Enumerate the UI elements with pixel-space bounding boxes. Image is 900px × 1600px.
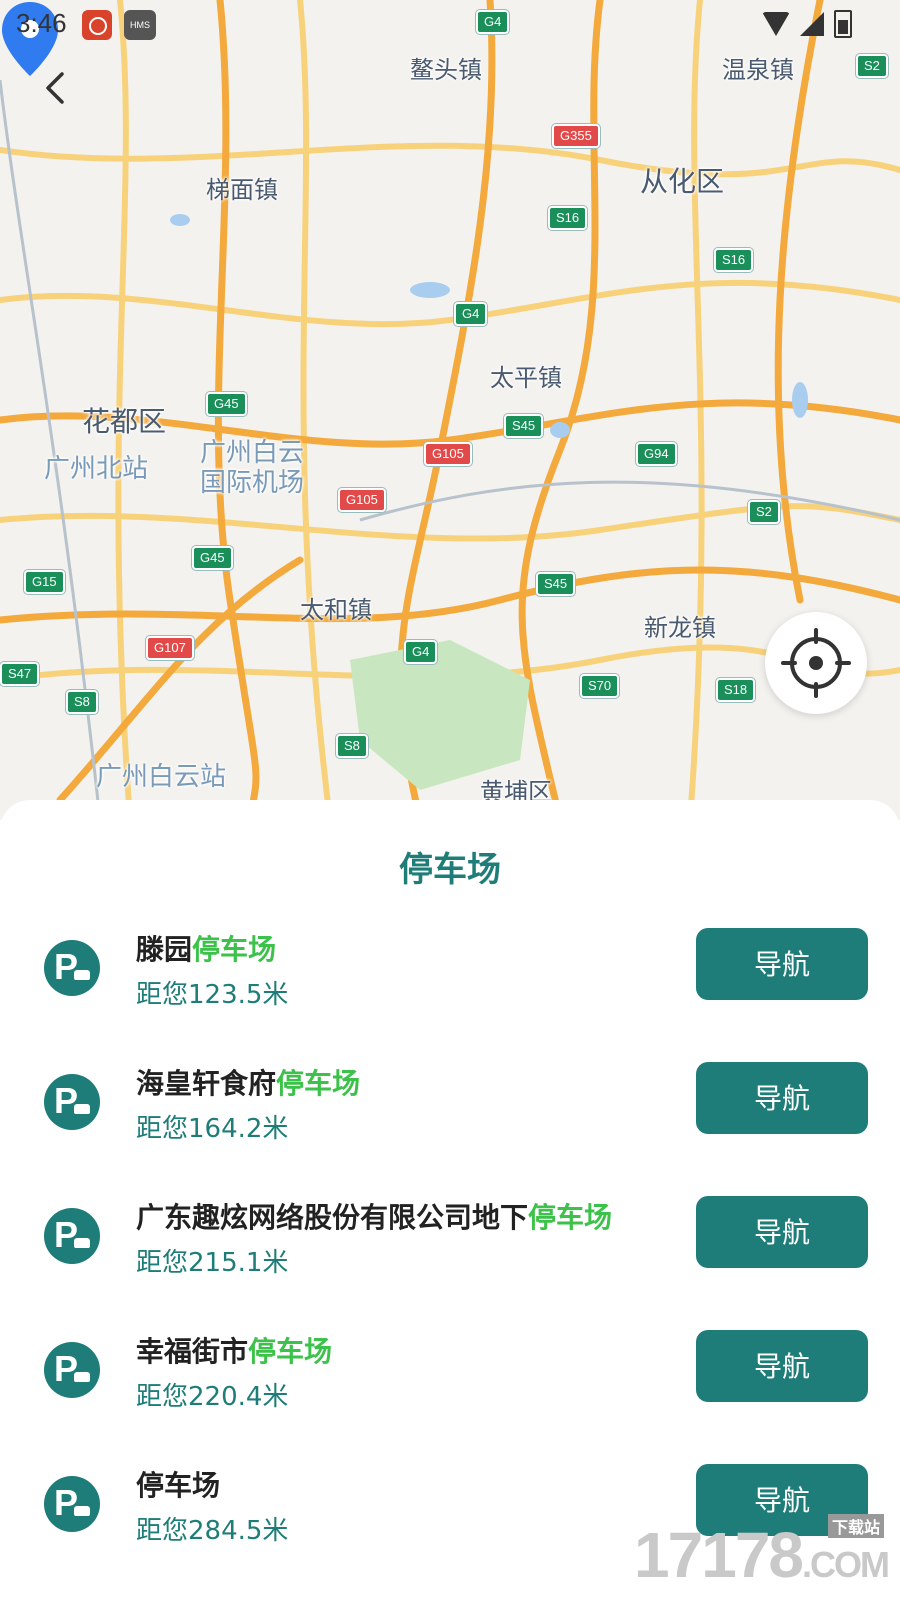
wifi-icon	[762, 12, 790, 36]
road-shield: G15	[24, 570, 65, 594]
parking-icon: P	[44, 1476, 100, 1532]
parking-distance: 距您123.5米	[136, 980, 289, 1010]
list-item: P 海皇轩食府停车场 距您164.2米 导航	[0, 1044, 900, 1164]
map-label: 国际机场	[200, 468, 305, 498]
parking-list-sheet: 停车场 P 滕园停车场 距您123.5米 导航 P 海皇轩食府停车场 距您164…	[0, 800, 900, 1600]
map-label: 太和镇	[300, 596, 372, 624]
locate-me-button[interactable]	[765, 612, 867, 714]
map-label: 从化区	[640, 165, 725, 198]
map-label: 新龙镇	[644, 614, 716, 642]
parking-name: 广东趣炫网络股份有限公司地下停车场	[136, 1201, 613, 1234]
navigate-button[interactable]: 导航	[696, 1062, 868, 1134]
parking-distance: 距您284.5米	[136, 1516, 289, 1546]
parking-icon: P	[44, 940, 100, 996]
parking-name: 幸福街市停车场	[136, 1335, 333, 1368]
road-shield: G355	[552, 124, 600, 148]
parking-name: 停车场	[136, 1469, 221, 1502]
status-time: 3:46	[16, 8, 67, 38]
road-shield: G107	[146, 636, 194, 660]
road-shield: G4	[454, 302, 488, 326]
parking-distance: 距您215.1米	[136, 1248, 289, 1278]
road-shield: G105	[338, 488, 386, 512]
sheet-title: 停车场	[399, 850, 501, 890]
road-shield: S45	[504, 414, 544, 438]
road-shield: S47	[0, 662, 40, 686]
back-arrow-icon[interactable]	[36, 68, 76, 108]
map-label: 广州北站	[44, 454, 149, 484]
parking-name: 滕园停车场	[136, 933, 277, 966]
navigate-button[interactable]: 导航	[696, 928, 868, 1000]
parking-name: 海皇轩食府停车场	[136, 1067, 361, 1100]
road-shield: S45	[536, 572, 576, 596]
road-shield: G94	[636, 442, 677, 466]
navigate-button[interactable]: 导航	[696, 1196, 868, 1268]
weibo-notification-icon	[82, 10, 112, 40]
list-item: P 幸福街市停车场 距您220.4米 导航	[0, 1312, 900, 1432]
road-shield: G105	[424, 442, 472, 466]
map-label: 梯面镇	[206, 176, 278, 204]
road-shield: S16	[714, 248, 754, 272]
battery-icon	[834, 10, 852, 38]
map-label: 鳌头镇	[410, 56, 482, 84]
map-label: 广州白云站	[96, 762, 227, 792]
signal-icon	[800, 12, 824, 36]
watermark: 17178.COM 下载站	[634, 1514, 890, 1592]
list-item: P 广东趣炫网络股份有限公司地下停车场 距您215.1米 导航	[0, 1178, 900, 1298]
status-bar: 3:46 HMS	[0, 0, 900, 48]
crosshair-icon	[781, 628, 851, 698]
road-shield: G4	[404, 640, 438, 664]
map-label: 花都区	[82, 405, 167, 438]
road-shield: S2	[748, 500, 780, 524]
road-shield: S2	[856, 54, 888, 78]
parking-distance: 距您164.2米	[136, 1114, 289, 1144]
parking-icon: P	[44, 1074, 100, 1130]
road-shield: S8	[66, 690, 98, 714]
road-shield: G45	[192, 546, 233, 570]
parking-distance: 距您220.4米	[136, 1382, 289, 1412]
road-shield: S16	[548, 206, 588, 230]
parking-icon: P	[44, 1342, 100, 1398]
road-shield: G45	[206, 392, 247, 416]
road-shield: S70	[580, 674, 620, 698]
parking-icon: P	[44, 1208, 100, 1264]
list-item: P 滕园停车场 距您123.5米 导航	[0, 910, 900, 1030]
map-label: 太平镇	[490, 364, 562, 392]
map-label: 温泉镇	[722, 56, 794, 84]
hms-notification-icon: HMS	[124, 10, 156, 40]
road-shield: S18	[716, 678, 756, 702]
road-shield: S8	[336, 734, 368, 758]
navigate-button[interactable]: 导航	[696, 1330, 868, 1402]
